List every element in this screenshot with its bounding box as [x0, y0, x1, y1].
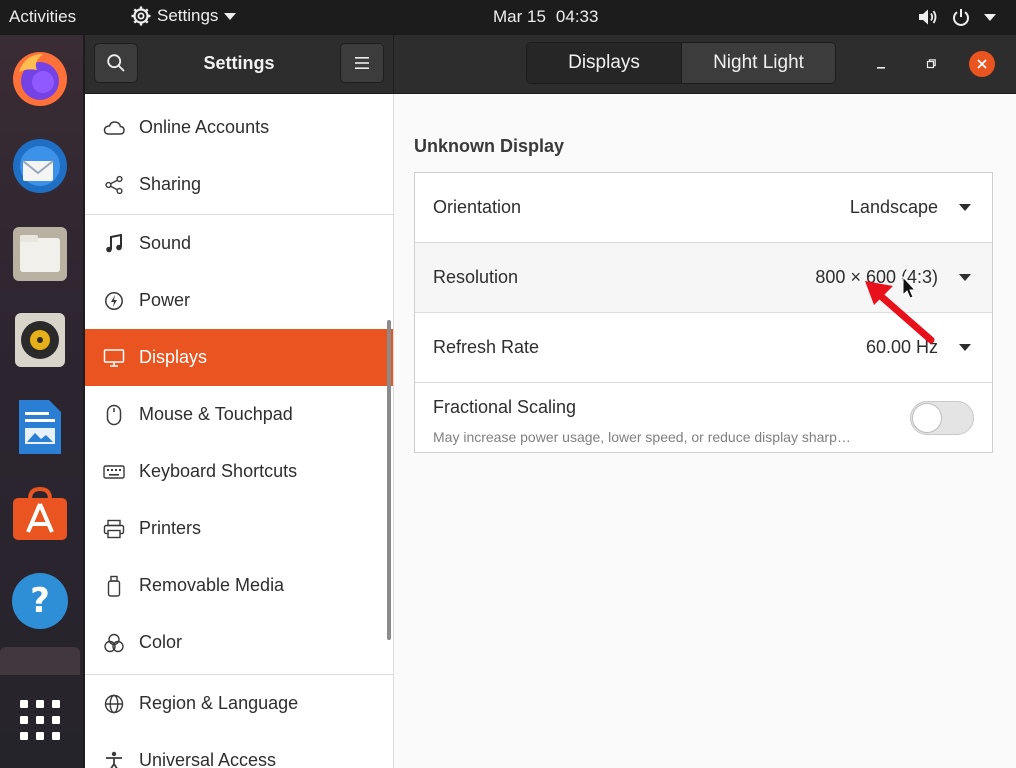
- sidebar-header: Settings: [85, 35, 394, 94]
- sidebar-item-sharing[interactable]: Sharing: [85, 156, 393, 213]
- minimize-icon: [877, 67, 885, 69]
- restore-icon: [926, 59, 936, 69]
- fractional-scaling-row: Fractional Scaling May increase power us…: [415, 383, 992, 453]
- music-note-icon: [103, 233, 125, 255]
- orientation-row[interactable]: Orientation Landscape: [415, 173, 992, 243]
- keyboard-icon: [103, 461, 125, 483]
- sidebar-title: Settings: [203, 53, 275, 73]
- clock-date: Mar 15: [493, 7, 546, 26]
- clock-time: 04:33: [555, 7, 599, 26]
- sidebar-item-removable-media[interactable]: Removable Media: [85, 557, 393, 614]
- refresh-rate-label: Refresh Rate: [433, 337, 540, 357]
- settings-sidebar: Online Accounts Sharing Sound Power Disp…: [85, 94, 394, 768]
- sidebar-item-label: Mouse & Touchpad: [139, 404, 293, 424]
- dropdown-arrow-icon: [959, 204, 971, 211]
- libreoffice-writer-icon[interactable]: [9, 396, 71, 458]
- fractional-scaling-label: Fractional Scaling: [433, 397, 577, 417]
- thunderbird-icon[interactable]: [9, 135, 71, 197]
- search-button[interactable]: [94, 43, 138, 83]
- view-switcher: Displays Night Light: [526, 42, 836, 84]
- hamburger-menu-icon: [355, 57, 369, 69]
- sidebar-item-sound[interactable]: Sound: [85, 215, 393, 272]
- dock: ?: [0, 35, 83, 768]
- close-button[interactable]: [969, 51, 995, 77]
- app-menu[interactable]: Settings: [131, 6, 237, 26]
- display-name-heading: Unknown Display: [414, 136, 565, 156]
- top-bar: Activities Settings Mar 15 04:33: [0, 0, 1016, 35]
- dock-running-app-indicator: [0, 647, 80, 675]
- sidebar-scrollbar[interactable]: [387, 320, 391, 640]
- volume-icon: [919, 9, 937, 25]
- accessibility-icon: [103, 750, 125, 768]
- firefox-icon[interactable]: [9, 48, 71, 110]
- refresh-rate-value: 60.00 Hz: [865, 337, 938, 357]
- sidebar-item-displays[interactable]: Displays: [85, 329, 393, 386]
- dropdown-arrow-icon: [959, 274, 971, 281]
- sidebar-item-power[interactable]: Power: [85, 272, 393, 329]
- help-icon[interactable]: ?: [9, 570, 71, 632]
- resolution-value: 800 × 600 (4:3): [815, 267, 938, 287]
- sidebar-item-label: Printers: [139, 518, 202, 538]
- header-bar: Settings Displays Night Light: [85, 35, 1016, 94]
- dropdown-arrow-icon: [959, 344, 971, 351]
- close-icon: [977, 59, 987, 69]
- sidebar-item-label: Color: [139, 632, 183, 652]
- sidebar-item-universal-access[interactable]: Universal Access: [85, 732, 393, 768]
- chevron-down-icon: [224, 12, 237, 20]
- sidebar-item-color[interactable]: Color: [85, 614, 393, 671]
- resolution-row[interactable]: Resolution 800 × 600 (4:3): [415, 243, 992, 313]
- activities-button[interactable]: Activities: [9, 7, 76, 27]
- system-tray[interactable]: [918, 8, 996, 26]
- sidebar-item-label: Displays: [139, 347, 208, 367]
- rhythmbox-icon[interactable]: [9, 309, 71, 371]
- sidebar-item-printers[interactable]: Printers: [85, 500, 393, 557]
- sidebar-item-label: Sharing: [139, 174, 202, 194]
- sidebar-item-label: Removable Media: [139, 575, 285, 595]
- tab-displays[interactable]: Displays: [527, 43, 681, 83]
- display-icon: [103, 347, 125, 369]
- clock[interactable]: Mar 15 04:33: [493, 7, 608, 27]
- chevron-down-icon: [984, 13, 996, 21]
- sidebar-item-online-accounts[interactable]: Online Accounts: [85, 99, 393, 156]
- usb-icon: [103, 575, 125, 597]
- power-icon: [103, 290, 125, 312]
- orientation-label: Orientation: [433, 197, 522, 217]
- sidebar-item-mouse-touchpad[interactable]: Mouse & Touchpad: [85, 386, 393, 443]
- resolution-label: Resolution: [433, 267, 519, 287]
- files-icon[interactable]: [9, 223, 71, 285]
- gear-icon: [131, 6, 151, 26]
- switch-knob: [912, 403, 942, 433]
- share-icon: [103, 174, 125, 196]
- app-grid-icon[interactable]: [20, 700, 60, 740]
- mouse-icon: [103, 404, 125, 426]
- sidebar-item-label: Universal Access: [139, 750, 277, 768]
- tab-night-light[interactable]: Night Light: [681, 43, 835, 83]
- ubuntu-software-icon[interactable]: [9, 483, 71, 545]
- displays-panel: Unknown Display Orientation Landscape Re…: [395, 94, 1016, 768]
- menu-button[interactable]: [340, 43, 384, 83]
- printer-icon: [103, 518, 125, 540]
- app-menu-label: Settings: [157, 6, 219, 25]
- color-icon: [103, 632, 125, 654]
- refresh-rate-row[interactable]: Refresh Rate 60.00 Hz: [415, 313, 992, 383]
- sidebar-item-label: Online Accounts: [139, 117, 270, 137]
- settings-window: Settings Displays Night Light Online Acc…: [85, 35, 1016, 768]
- sidebar-item-region-language[interactable]: Region & Language: [85, 675, 393, 732]
- search-icon: [107, 54, 125, 72]
- cloud-icon: [103, 117, 125, 139]
- sidebar-item-label: Sound: [139, 233, 192, 253]
- svg-text:?: ?: [30, 581, 50, 621]
- maximize-button[interactable]: [918, 51, 944, 77]
- sidebar-item-label: Power: [139, 290, 191, 310]
- power-icon: [953, 9, 969, 26]
- orientation-value: Landscape: [849, 197, 938, 217]
- globe-icon: [103, 693, 125, 715]
- fractional-scaling-description: May increase power usage, lower speed, o…: [433, 429, 851, 445]
- sidebar-item-label: Region & Language: [139, 693, 299, 713]
- minimize-button[interactable]: [868, 51, 894, 77]
- display-settings-list: Orientation Landscape Resolution 800 × 6…: [414, 172, 993, 453]
- sidebar-item-label: Keyboard Shortcuts: [139, 461, 298, 481]
- fractional-scaling-switch[interactable]: [910, 401, 974, 435]
- sidebar-item-keyboard-shortcuts[interactable]: Keyboard Shortcuts: [85, 443, 393, 500]
